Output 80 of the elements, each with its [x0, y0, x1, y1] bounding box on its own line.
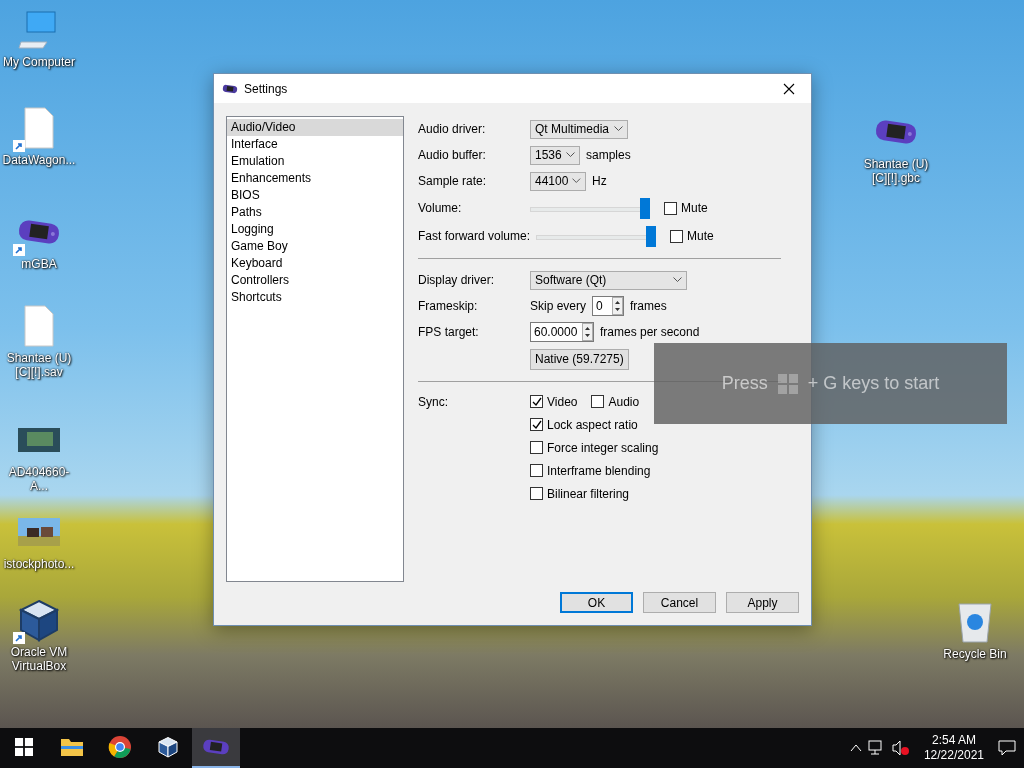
clock[interactable]: 2:54 AM 12/22/2021 — [915, 733, 992, 763]
slider-track[interactable] — [530, 198, 650, 218]
category-item[interactable]: Game Boy — [227, 238, 403, 255]
desktop-icon-label[interactable]: Oracle VM VirtualBox — [0, 645, 78, 673]
field-label: Skip every — [530, 299, 587, 313]
category-item[interactable]: Enhancements — [227, 170, 403, 187]
chevron-up-icon[interactable] — [849, 744, 862, 752]
checkbox[interactable] — [664, 201, 677, 215]
checkbox[interactable] — [530, 487, 543, 500]
clock-time: 2:54 AM — [931, 733, 976, 748]
category-item[interactable]: Controllers — [227, 272, 403, 289]
dialog-button[interactable]: Apply — [726, 592, 799, 613]
field-label: Fast forward volume: — [418, 229, 531, 243]
clock-date: 12/22/2021 — [923, 748, 984, 763]
cube-icon — [17, 598, 61, 642]
dropdown[interactable]: 1536 — [530, 145, 580, 165]
taskbar-app[interactable] — [192, 728, 240, 768]
windows-logo-icon — [777, 373, 798, 394]
checkbox-label: Force integer scaling — [547, 440, 659, 455]
checkbox-label: Interframe blending — [547, 463, 651, 478]
native-rate-button[interactable]: Native (59.7275) — [530, 348, 629, 370]
unit-label: frames per second — [600, 325, 700, 339]
checkbox-label: Video — [547, 394, 578, 409]
checkbox[interactable] — [530, 464, 543, 477]
checkbox-label: Mute — [687, 229, 714, 243]
category-item[interactable]: Shortcuts — [227, 289, 403, 306]
category-item[interactable]: Audio/Video — [227, 119, 403, 136]
field-label: Audio buffer: — [418, 148, 487, 162]
chevron-down-icon — [572, 178, 581, 184]
category-item[interactable]: Paths — [227, 204, 403, 221]
chevron-down-icon — [614, 126, 623, 132]
slider-track[interactable] — [536, 226, 657, 246]
toast-text: Press — [721, 373, 768, 394]
field-label: FPS target: — [418, 325, 480, 339]
category-item[interactable]: Keyboard — [227, 255, 403, 272]
checkbox-label: Audio — [608, 394, 640, 409]
category-item[interactable]: Logging — [227, 221, 403, 238]
category-item[interactable]: Interface — [227, 136, 403, 153]
window-title: Settings — [244, 81, 289, 96]
chevron-down-icon — [673, 277, 682, 283]
unit-label: samples — [586, 148, 631, 162]
speaker-muted-icon[interactable] — [891, 740, 910, 756]
dropdown[interactable]: Software (Qt) — [530, 270, 687, 290]
checkbox-label: Bilinear filtering — [547, 486, 630, 501]
notification-icon[interactable] — [998, 740, 1016, 756]
unit-label: frames — [630, 299, 667, 313]
checkbox-label: Lock aspect ratio — [547, 417, 638, 432]
desktop-icon-label[interactable]: Recycle Bin — [943, 647, 1007, 661]
unit-label: Hz — [592, 174, 607, 188]
slider-thumb[interactable] — [646, 226, 657, 247]
spin-box[interactable]: 60.0000 — [530, 322, 594, 342]
folder-icon — [60, 737, 84, 757]
windows-logo-icon — [15, 738, 33, 756]
field-label: Frameskip: — [418, 299, 479, 313]
slider-thumb[interactable] — [640, 198, 650, 219]
browser-icon — [108, 735, 132, 759]
checkbox[interactable] — [530, 441, 543, 454]
dropdown[interactable]: 44100 — [530, 171, 586, 191]
cube-icon — [157, 735, 179, 759]
field-label: Volume: — [418, 201, 463, 215]
field-label: Sample rate: — [418, 174, 488, 188]
close-icon — [783, 82, 795, 95]
field-label: Sync: — [418, 394, 449, 409]
category-item[interactable]: Emulation — [227, 153, 403, 170]
category-item[interactable]: BIOS — [227, 187, 403, 204]
handheld-console-icon — [202, 738, 230, 756]
checkbox[interactable] — [591, 395, 605, 408]
field-label: Display driver: — [418, 273, 496, 287]
checkbox-label: Mute — [681, 201, 708, 215]
handheld-console-icon — [222, 83, 238, 94]
checkbox[interactable] — [530, 418, 543, 431]
chevron-down-icon — [566, 152, 575, 158]
dialog-button[interactable]: OK — [560, 592, 633, 613]
checkbox[interactable] — [670, 229, 684, 243]
dropdown[interactable]: Qt Multimedia — [530, 119, 628, 139]
checkbox[interactable] — [530, 395, 543, 408]
spin-box[interactable]: 0 — [592, 296, 625, 316]
field-label: Audio driver: — [418, 122, 487, 136]
dialog-button[interactable]: Cancel — [643, 592, 716, 613]
toast-text: + G keys to start — [807, 373, 940, 394]
